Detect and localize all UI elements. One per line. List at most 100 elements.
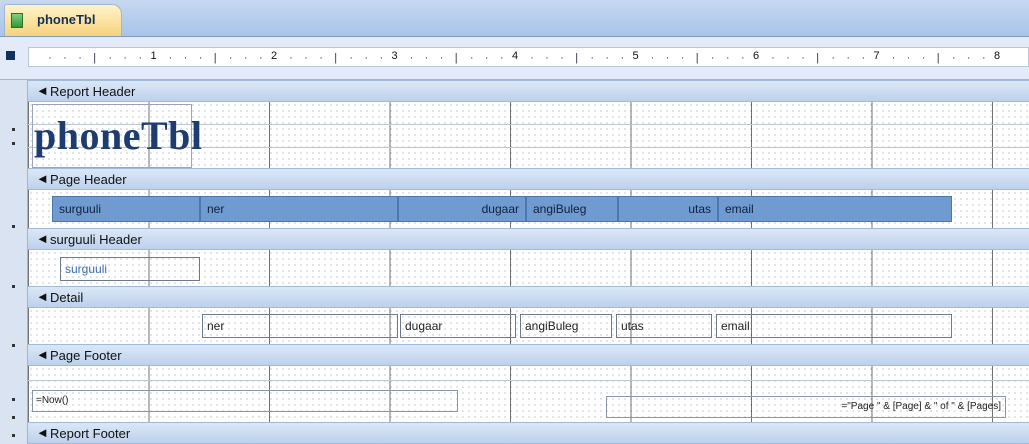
vertical-ruler-tick [12,416,15,419]
ruler-tick: · [469,52,474,64]
vertical-ruler-tick [12,285,15,288]
section-label: Report Header [50,84,136,99]
ruler-tick: · [545,52,549,64]
ruler-tick: · [650,52,655,64]
ruler-tick: · [665,52,670,64]
ruler-row: · · · | · · · · · · | · · · · · · | · · · · · · | · · · · · · | · · · · · · | ·… [0,37,1029,80]
ruler-tick: · [168,52,173,64]
ruler-number: 4 [512,50,519,62]
vertical-ruler-tick [12,225,15,228]
ruler-tick: · [831,52,835,64]
page-header-section[interactable]: surguuli ner dugaar angiBuleg utas email [28,190,1029,228]
ruler-tick: · [590,52,594,64]
ruler-tick: · [108,52,112,64]
ruler-tick: · [304,52,308,64]
vertical-ruler-tick [12,128,15,131]
ruler-tick: · [349,52,353,64]
ruler-tick: · [78,52,82,64]
label-email[interactable]: email [718,196,952,222]
ruler-tick: · [409,52,414,64]
ruler-tick: · [801,52,805,64]
section-label: surguuli Header [50,232,142,247]
section-label: Page Header [50,172,127,187]
vertical-ruler-tick [12,434,15,437]
ruler-tick: · [228,52,233,64]
ruler-number: 2 [271,50,278,62]
report-selector-box[interactable] [6,51,15,60]
ruler-half-tick: | [936,52,940,64]
report-icon [11,13,23,28]
label-dugaar[interactable]: dugaar [398,196,526,222]
ruler-tick: · [680,52,685,64]
section-label: Detail [50,290,84,305]
ruler-tick: · [725,52,730,64]
section-bar-report-footer[interactable]: ◄ Report Footer [28,422,1029,444]
label-angiBuleg[interactable]: angiBuleg [526,196,618,222]
report-title[interactable]: phoneTbl [34,112,203,159]
section-bar-page-header[interactable]: ◄ Page Header [28,168,1029,190]
ruler-tick: · [243,52,248,64]
ruler-tick: · [379,52,384,64]
ruler-number: 7 [873,50,880,62]
section-arrow-icon: ◄ [36,231,49,246]
field-dugaar[interactable]: dugaar [400,314,516,338]
field-page-number[interactable]: ="Page " & [Page] & " of " & [Pages] [606,396,1006,418]
vertical-ruler-tick [12,398,15,401]
detail-section[interactable]: ner dugaar angiBuleg utas email [28,308,1029,346]
ruler-half-tick: | [334,52,338,64]
report-header-section[interactable]: phoneTbl [28,102,1029,170]
field-now[interactable]: =Now() [32,390,458,412]
ruler-tick: · [966,52,971,64]
ruler-tick: · [484,52,489,64]
field-utas[interactable]: utas [616,314,712,338]
ruler-tick: · [981,52,986,64]
section-bar-group-header[interactable]: ◄ surguuli Header [28,228,1029,250]
section-bar-detail[interactable]: ◄ Detail [28,286,1029,308]
ruler-half-tick: | [213,52,217,64]
ruler-tick: · [138,52,143,64]
section-arrow-icon: ◄ [36,83,49,98]
ruler-tick: · [439,52,444,64]
label-surguuli[interactable]: surguuli [52,196,200,222]
ruler-tick: · [63,52,67,64]
ruler-tick: · [499,52,504,64]
horizontal-ruler[interactable]: · · · | · · · · · · | · · · · · · | · · · · · · | · · · · · · | · · · · · · | ·… [28,47,1029,67]
field-ner[interactable]: ner [202,314,398,338]
ruler-tick: · [183,52,188,64]
ruler-tick: · [258,52,263,64]
section-arrow-icon: ◄ [36,289,49,304]
ruler-tick: · [846,52,851,64]
ruler-tick: · [48,52,52,64]
document-tab[interactable]: phoneTbl [4,4,122,36]
label-utas[interactable]: utas [618,196,718,222]
ruler-tick: · [560,52,564,64]
ruler-tick: · [620,52,625,64]
section-arrow-icon: ◄ [36,425,49,440]
field-surguuli[interactable]: surguuli [60,257,200,281]
ruler-number: 3 [391,50,398,62]
ruler-tick: · [364,52,369,64]
ruler-half-tick: | [93,52,97,64]
ruler-tick: · [319,52,323,64]
field-email[interactable]: email [716,314,952,338]
report-design-surface[interactable]: ◄ Report Header phoneTbl ◄ Page Header s… [28,80,1029,444]
ruler-tick: · [710,52,715,64]
ruler-number: 1 [150,50,157,62]
group-header-section[interactable]: surguuli [28,250,1029,288]
ruler-tick: · [198,52,203,64]
ruler-tick: · [861,52,866,64]
ruler-tick: · [289,52,293,64]
label-ner[interactable]: ner [200,196,398,222]
ruler-tick: · [951,52,956,64]
ruler-half-tick: | [575,52,579,64]
section-arrow-icon: ◄ [36,171,49,186]
vertical-ruler-tick [12,142,15,145]
ruler-half-tick: | [454,52,458,64]
vertical-ruler[interactable] [0,80,28,444]
vertical-ruler-tick [12,344,15,347]
section-bar-page-footer[interactable]: ◄ Page Footer [28,344,1029,366]
field-angiBuleg[interactable]: angiBuleg [520,314,612,338]
page-footer-section[interactable]: =Now() ="Page " & [Page] & " of " & [Pag… [28,366,1029,422]
ruler-number: 5 [632,50,639,62]
section-bar-report-header[interactable]: ◄ Report Header [28,80,1029,102]
